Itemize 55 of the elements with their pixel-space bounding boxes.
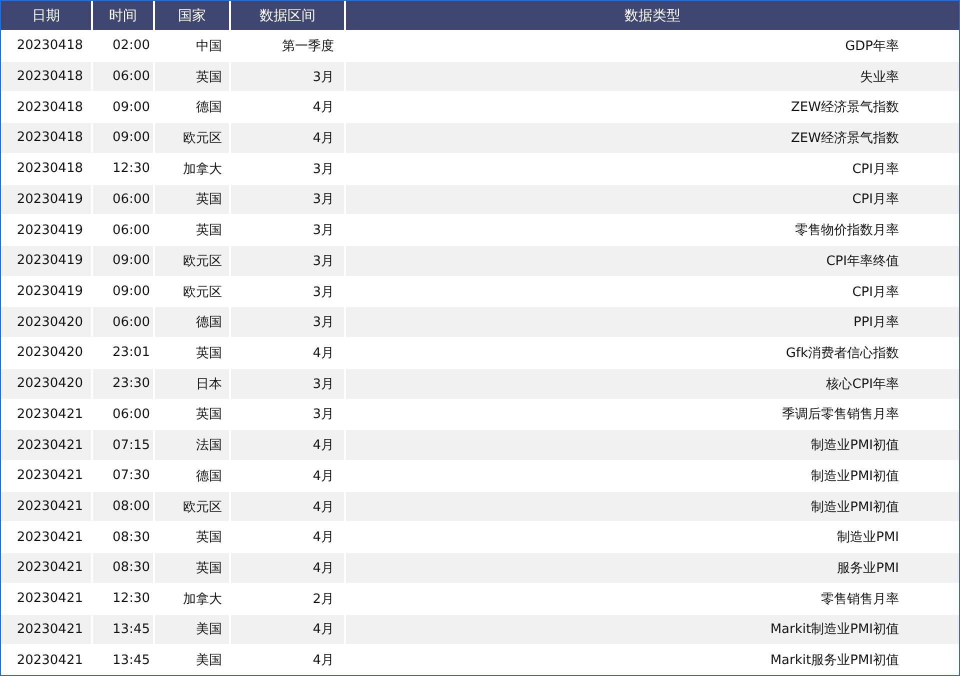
table-cell: 法国 bbox=[155, 430, 229, 460]
table-cell: 美国 bbox=[155, 614, 229, 644]
column-header: 国家 bbox=[155, 1, 229, 30]
table-cell: 4月 bbox=[231, 614, 344, 644]
table-cell: 06:00 bbox=[93, 184, 153, 214]
table-cell: PPI月率 bbox=[346, 307, 959, 338]
table-cell: 20230421 bbox=[1, 614, 91, 644]
table-cell: 英国 bbox=[155, 62, 229, 92]
table-cell: 13:45 bbox=[93, 614, 153, 644]
column-header: 时间 bbox=[93, 1, 153, 30]
table-cell: 20230420 bbox=[1, 368, 91, 399]
table-cell: 20230419 bbox=[1, 184, 91, 214]
table-cell: 3月 bbox=[231, 62, 344, 92]
column-header: 数据区间 bbox=[231, 1, 344, 30]
table-cell: 20230421 bbox=[1, 553, 91, 583]
table-cell: 07:15 bbox=[93, 430, 153, 460]
table-cell: 08:30 bbox=[93, 553, 153, 583]
table-cell: 失业率 bbox=[346, 62, 959, 92]
table-cell: 日本 bbox=[155, 368, 229, 399]
table-cell: 20230421 bbox=[1, 492, 91, 522]
column-header: 数据类型 bbox=[346, 1, 959, 30]
table-cell: 20230419 bbox=[1, 246, 91, 276]
table-cell: 核心CPI年率 bbox=[346, 368, 959, 399]
table-cell: 09:00 bbox=[93, 123, 153, 153]
table-cell: 3月 bbox=[231, 184, 344, 214]
table-cell: 制造业PMI初值 bbox=[346, 492, 959, 522]
table-cell: 4月 bbox=[231, 492, 344, 522]
table-cell: 20230421 bbox=[1, 430, 91, 460]
table-cell: 制造业PMI初值 bbox=[346, 430, 959, 460]
table-cell: 20230418 bbox=[1, 62, 91, 92]
table-cell: CPI月率 bbox=[346, 184, 959, 214]
table-cell: CPI年率终值 bbox=[346, 246, 959, 276]
table-cell: ZEW经济景气指数 bbox=[346, 123, 959, 153]
table-cell: 4月 bbox=[231, 123, 344, 153]
table-cell: 德国 bbox=[155, 307, 229, 338]
table-cell: 服务业PMI bbox=[346, 553, 959, 583]
table-cell: 06:00 bbox=[93, 62, 153, 92]
table-cell: 英国 bbox=[155, 553, 229, 583]
table-cell: 20230418 bbox=[1, 123, 91, 153]
table-cell: 欧元区 bbox=[155, 246, 229, 276]
table-cell: 3月 bbox=[231, 246, 344, 276]
table-cell: 英国 bbox=[155, 184, 229, 214]
column-header: 日期 bbox=[1, 1, 91, 30]
table-cell: 欧元区 bbox=[155, 492, 229, 522]
table-cell: 4月 bbox=[231, 430, 344, 460]
table-cell: 23:30 bbox=[93, 368, 153, 399]
table-cell: 4月 bbox=[231, 553, 344, 583]
table-cell: 20230420 bbox=[1, 307, 91, 338]
table-cell: 3月 bbox=[231, 368, 344, 399]
table-cell: 08:00 bbox=[93, 492, 153, 522]
table-cell: 06:00 bbox=[93, 307, 153, 338]
table-cell: 欧元区 bbox=[155, 123, 229, 153]
table-cell: Markit制造业PMI初值 bbox=[346, 614, 959, 644]
table-cell: 3月 bbox=[231, 307, 344, 338]
table-cell: 09:00 bbox=[93, 246, 153, 276]
